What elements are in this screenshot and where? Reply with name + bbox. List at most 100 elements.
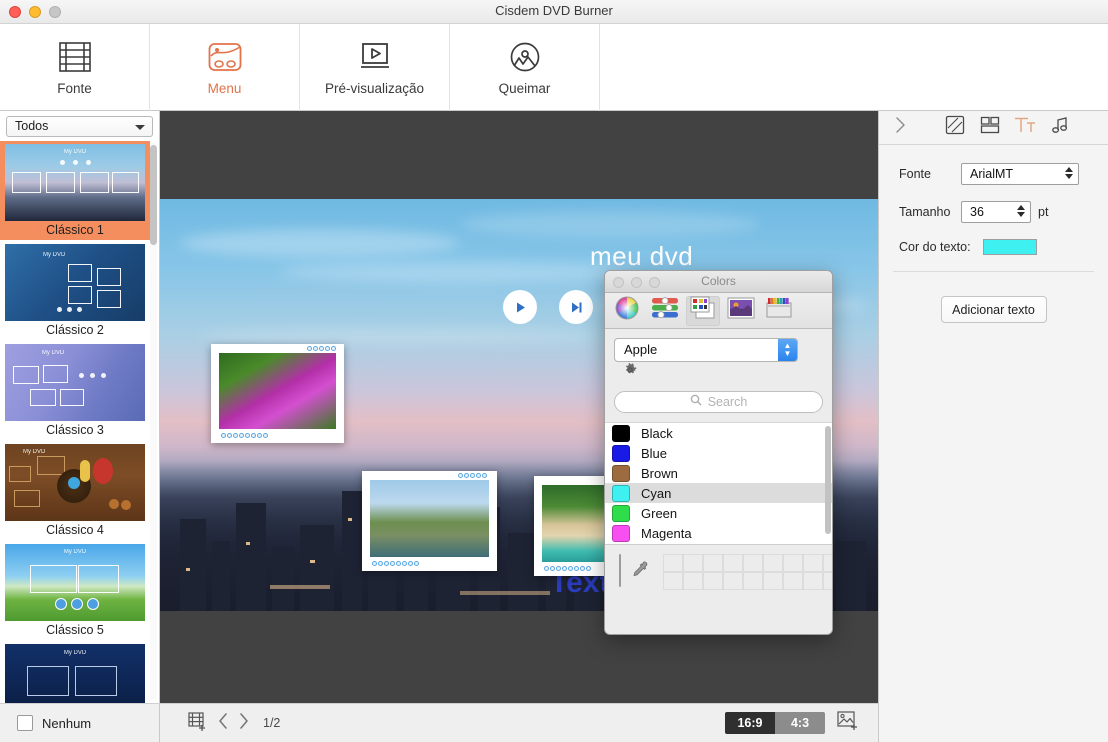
toolbar-label-fonte: Fonte — [57, 81, 92, 96]
color-palettes-tab[interactable] — [686, 296, 720, 326]
template-thumb: My DVD — [5, 144, 145, 221]
menu-card-icon — [207, 39, 243, 75]
color-search-field[interactable]: Search — [614, 391, 823, 413]
size-stepper[interactable] — [1017, 205, 1025, 217]
page-indicator: 1/2 — [263, 716, 280, 730]
color-row-magenta[interactable]: Magenta — [605, 523, 833, 543]
add-text-button[interactable]: Adicionar texto — [941, 296, 1047, 323]
font-size-value: 36 — [970, 205, 984, 219]
add-image-icon[interactable] — [837, 711, 859, 736]
template-item-classico-4[interactable]: My DVD Clássico 4 — [0, 441, 150, 540]
gear-icon[interactable] — [622, 362, 638, 383]
custom-swatch-grid[interactable] — [663, 554, 833, 590]
color-sliders-icon — [651, 297, 679, 324]
preview-statusbar: 1/2 16:9 4:3 — [160, 703, 878, 742]
photo-handles[interactable] — [307, 346, 336, 351]
template-label: Clássico 5 — [2, 621, 148, 640]
ratio-16-9[interactable]: 16:9 — [725, 712, 775, 734]
toolbar-item-menu[interactable]: Menu — [150, 24, 300, 111]
monitor-play-icon — [357, 39, 393, 75]
none-checkbox[interactable] — [17, 715, 33, 731]
inspector-tab-layout[interactable] — [979, 117, 1001, 139]
colors-panel-titlebar: Colors — [605, 271, 832, 293]
color-swatch — [612, 445, 630, 462]
size-unit: pt — [1038, 205, 1048, 219]
template-item-classico-1[interactable]: My DVD Clássico 1 — [0, 141, 150, 240]
add-film-icon[interactable] — [188, 711, 208, 736]
photo-thumbnail — [219, 353, 336, 429]
music-note-icon — [1051, 116, 1069, 139]
preview-photo-2[interactable] — [362, 471, 497, 571]
font-select[interactable]: ArialMT — [961, 163, 1079, 185]
color-list-scrollbar[interactable] — [825, 426, 831, 534]
chevron-right-icon[interactable] — [238, 712, 250, 735]
photo-handles[interactable] — [458, 473, 487, 478]
updown-arrows-icon — [1065, 167, 1073, 179]
colors-panel[interactable]: Colors — [604, 270, 833, 635]
thumb-title: My DVD — [23, 449, 45, 455]
toolbar-item-previsualizacao[interactable]: Pré-visualização — [300, 24, 450, 111]
color-name: Brown — [641, 466, 678, 481]
template-item-classico-3[interactable]: My DVD Clássico 3 — [0, 341, 150, 440]
toolbar-label-queimar: Queimar — [499, 81, 551, 96]
inspector-tab-background[interactable] — [944, 117, 966, 139]
inspector-tab-text[interactable] — [1014, 117, 1036, 139]
template-item-classico-2[interactable]: My DVD Clássico 2 — [0, 241, 150, 340]
crayons-icon — [766, 297, 792, 324]
template-thumb: My DVD — [5, 644, 145, 703]
template-filter-select[interactable]: Todos — [6, 116, 153, 137]
inspector-body: Fonte ArialMT Tamanho 36 pt — [879, 145, 1108, 323]
photo-handles[interactable] — [544, 566, 591, 571]
image-palette-icon — [727, 297, 755, 324]
color-wheel-tab[interactable] — [610, 296, 644, 326]
sidebar-scrollbar-thumb[interactable] — [150, 145, 157, 245]
chevron-down-icon — [135, 125, 145, 130]
template-list[interactable]: My DVD Clássico 1 My DVD — [0, 141, 160, 703]
inspector-panel: Fonte ArialMT Tamanho 36 pt — [878, 111, 1108, 742]
color-row-black[interactable]: Black — [605, 423, 833, 443]
play-button[interactable] — [503, 290, 537, 324]
palette-select[interactable]: Apple ▲▼ — [614, 338, 798, 362]
inspector-collapse-button[interactable] — [889, 117, 911, 139]
statusbar-left-group: 1/2 — [160, 711, 280, 736]
thumb-title: My DVD — [43, 252, 65, 258]
toolbar-label-previsualizacao: Pré-visualização — [325, 81, 424, 96]
current-color-well[interactable] — [619, 554, 621, 587]
background-icon — [945, 115, 965, 140]
eyedropper-icon[interactable] — [630, 560, 650, 585]
colors-panel-tabs — [605, 293, 832, 329]
color-sliders-tab[interactable] — [648, 296, 682, 326]
toolbar-item-fonte[interactable]: Fonte — [0, 24, 150, 111]
palette-select-value: Apple — [624, 342, 657, 357]
preview-photo-1[interactable] — [211, 344, 344, 443]
toolbar-spacer — [600, 24, 1108, 111]
photo-handles[interactable] — [372, 561, 419, 566]
template-item-classico-6[interactable]: My DVD — [0, 641, 150, 703]
inspector-tab-music[interactable] — [1049, 117, 1071, 139]
color-row-brown[interactable]: Brown — [605, 463, 833, 483]
dvd-menu-title[interactable]: meu dvd — [590, 241, 693, 272]
skip-next-icon — [569, 300, 584, 315]
next-button[interactable] — [559, 290, 593, 324]
template-item-classico-5[interactable]: My DVD Clássico 5 — [0, 541, 150, 640]
image-palette-tab[interactable] — [724, 296, 758, 326]
aspect-ratio-toggle[interactable]: 16:9 4:3 — [725, 712, 825, 734]
photo-handles[interactable] — [221, 433, 268, 438]
toolbar-item-queimar[interactable]: Queimar — [450, 24, 600, 111]
thumb-title: My DVD — [5, 650, 145, 656]
font-size-input[interactable]: 36 — [961, 201, 1031, 223]
size-label: Tamanho — [899, 205, 961, 219]
color-swatch — [612, 425, 630, 442]
color-row-blue[interactable]: Blue — [605, 443, 833, 463]
color-row-green[interactable]: Green — [605, 503, 833, 523]
chevron-left-icon[interactable] — [217, 712, 229, 735]
crayons-tab[interactable] — [762, 296, 796, 326]
color-name: Magenta — [641, 526, 692, 541]
template-thumb: My DVD — [5, 344, 145, 421]
search-icon — [690, 393, 702, 411]
thumb-title: My DVD — [5, 549, 145, 555]
color-name: Green — [641, 506, 677, 521]
color-row-cyan[interactable]: Cyan — [605, 483, 833, 503]
text-color-well[interactable] — [983, 239, 1037, 255]
ratio-4-3[interactable]: 4:3 — [775, 712, 825, 734]
